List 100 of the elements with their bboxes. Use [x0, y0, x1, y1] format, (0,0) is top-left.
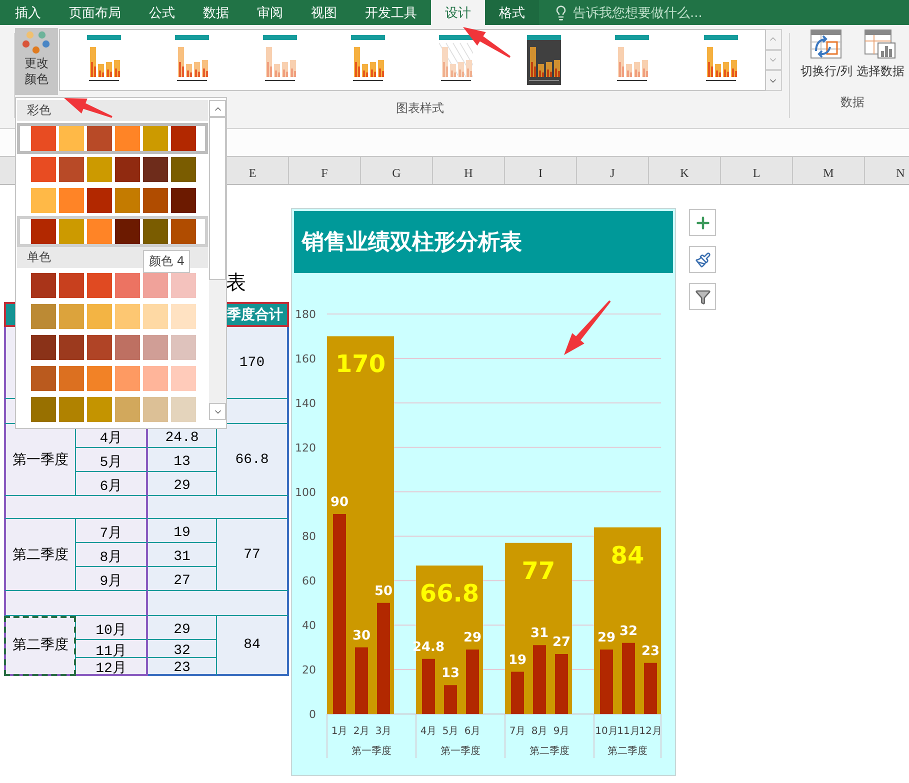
axis-tick [504, 714, 506, 758]
table-cell: 5月 [76, 448, 148, 472]
data-label: 170 [335, 350, 386, 378]
data-label: 31 [530, 626, 549, 642]
add-element-button[interactable] [689, 209, 716, 236]
month-bar [444, 685, 457, 714]
month-bar [600, 650, 613, 714]
group-label: 数据 [840, 94, 864, 111]
column-header[interactable]: G [360, 157, 432, 184]
axis-label: 40 [302, 619, 316, 632]
axis-label: 180 [295, 308, 316, 321]
filter-icon [694, 288, 710, 304]
axis-label: 2月 [353, 726, 370, 737]
axis-label: 20 [302, 664, 316, 677]
palette-option[interactable] [17, 216, 208, 247]
switch-row-column-button[interactable]: 切换行/列 [800, 29, 852, 80]
axis-label: 第一季度 [440, 746, 480, 757]
ribbon-tab[interactable]: 开发工具 [351, 0, 431, 25]
table-cell: 9月 [76, 567, 148, 591]
axis-label: 第二季度 [608, 746, 648, 757]
month-bar [355, 647, 368, 714]
brush-icon [694, 252, 710, 268]
data-label: 29 [597, 630, 616, 646]
month-bar [555, 654, 568, 714]
sheet-title: 表 [226, 270, 246, 294]
annotation-arrow [463, 27, 511, 58]
axis-tick [660, 714, 662, 758]
plus-icon [694, 214, 712, 232]
color-dots-icon [22, 31, 50, 55]
axis-label: 120 [295, 441, 316, 454]
axis-label: 9月 [553, 726, 570, 737]
tell-me-field[interactable]: 告诉我您想要做什么... [573, 4, 702, 22]
column-header[interactable]: K [648, 157, 720, 184]
ribbon-tab[interactable]: 数据 [189, 0, 243, 25]
ribbon-tab[interactable]: 格式 [485, 0, 539, 25]
column-header[interactable]: J [576, 157, 648, 184]
chart-filter-button[interactable] [689, 283, 716, 310]
data-label: 84 [610, 541, 644, 570]
chart-styles-button[interactable] [689, 246, 716, 273]
table-cell: 第一季度 [4, 424, 76, 496]
ribbon-tab[interactable]: 审阅 [243, 0, 297, 25]
switch-rows-icon [810, 29, 842, 59]
table-cell: 29 [148, 472, 217, 496]
ribbon-tab[interactable]: 页面布局 [55, 0, 135, 25]
chart-title-bar: 销售业绩双柱形分析表 [294, 211, 673, 273]
axis-label: 第二季度 [530, 746, 570, 757]
ribbon-tab[interactable]: 公式 [135, 0, 189, 25]
axis-label: 第一季度 [352, 746, 392, 757]
column-header[interactable]: H [432, 157, 504, 184]
ribbon-tab[interactable]: 视图 [297, 0, 351, 25]
annotation-arrow [64, 98, 112, 118]
data-label: 32 [619, 624, 638, 639]
month-bar [466, 650, 479, 714]
data-label: 23 [641, 644, 660, 659]
table-cell: 12月 [76, 658, 148, 676]
table-cell: 84 [217, 616, 289, 676]
axis-label: 140 [295, 396, 316, 410]
axis-tick [326, 714, 328, 758]
axis-label: 5月 [442, 726, 459, 737]
axis-label: 7月 [509, 726, 526, 737]
data-label: 30 [352, 628, 371, 644]
axis-label: 0 [309, 708, 316, 721]
column-header[interactable]: N [864, 157, 909, 184]
table-cell: 19 [148, 519, 217, 543]
table-cell: 7月 [76, 519, 148, 543]
annotation-arrow [564, 300, 611, 355]
axis-label: 80 [302, 530, 316, 544]
table-cell: 11月 [76, 640, 148, 658]
axis-label: 12月 [639, 726, 662, 737]
table-cell: 第二季度 [4, 616, 76, 676]
column-header[interactable]: I [504, 157, 576, 184]
scroll-thumb[interactable] [209, 117, 226, 280]
table-cell: 第二季度 [4, 519, 76, 591]
axis-label: 4月 [420, 726, 437, 737]
select-data-button[interactable]: 选择数据 [856, 29, 904, 80]
group-label: 图表样式 [396, 100, 444, 117]
chart-style-thumbnail[interactable] [527, 35, 562, 85]
palette-option[interactable] [17, 123, 208, 154]
axis-label: 11月 [617, 726, 640, 737]
axis-label: 3月 [375, 726, 392, 737]
month-bar [422, 658, 435, 714]
axis-label: 1月 [331, 726, 348, 737]
select-data-icon [864, 29, 896, 59]
axis-label: 10月 [595, 726, 618, 737]
month-bar [511, 672, 524, 714]
table-cell: 77 [217, 519, 289, 591]
column-header[interactable]: L [720, 157, 792, 184]
data-label: 19 [508, 652, 527, 668]
data-label: 29 [463, 630, 482, 646]
column-header[interactable]: M [792, 157, 864, 184]
month-bar [644, 662, 657, 714]
month-bar [622, 642, 635, 714]
change-colors-button[interactable]: 更改颜色 [14, 28, 58, 95]
table-cell: 23 [148, 658, 217, 676]
ribbon-tab[interactable]: 设计 [431, 0, 485, 25]
column-header[interactable]: F [288, 157, 360, 184]
tooltip: 颜色 4 [143, 250, 190, 273]
ribbon-tab[interactable]: 插入 [1, 0, 55, 25]
table-cell: 31 [148, 543, 217, 567]
section-header: 彩色 [17, 100, 208, 121]
